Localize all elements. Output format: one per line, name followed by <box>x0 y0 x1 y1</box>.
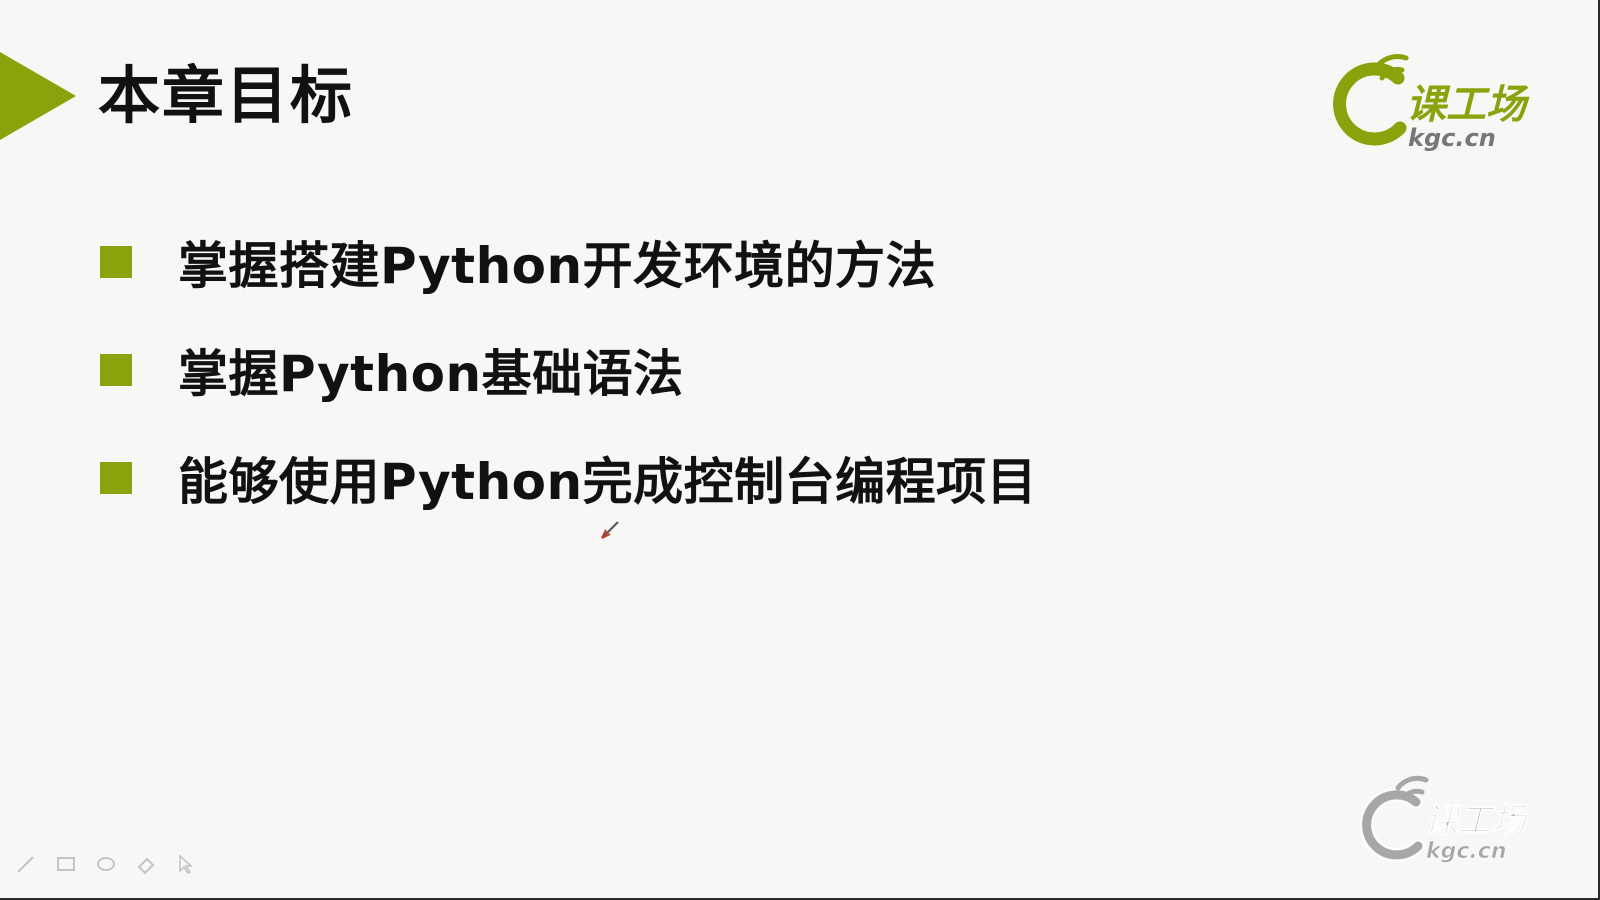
pointer-icon[interactable] <box>172 850 200 878</box>
logo-domain: kgc.cn <box>1408 124 1496 152</box>
pen-cursor-icon <box>601 521 619 539</box>
watermark-domain: kgc.cn <box>1426 839 1506 864</box>
slide-title: 本章目标 <box>98 59 355 132</box>
screen-icon[interactable] <box>52 850 80 878</box>
pen-icon[interactable] <box>12 850 40 878</box>
bullet-square-icon <box>100 354 132 386</box>
logo-brand: 课工场 <box>1406 82 1530 128</box>
bullet-text: 掌握搭建Python开发环境的方法 <box>178 237 937 295</box>
kgc-logo: 课工场 kgc.cn <box>1333 54 1530 152</box>
list-item: 掌握搭建Python开发环境的方法 <box>100 208 1037 316</box>
bullet-square-icon <box>100 462 132 494</box>
watermark-brand: 课工场 <box>1424 801 1530 841</box>
ink-icon[interactable] <box>92 850 120 878</box>
eraser-icon[interactable] <box>132 850 160 878</box>
bullet-list: 掌握搭建Python开发环境的方法 掌握Python基础语法 能够使用Pytho… <box>100 208 1037 532</box>
kgc-watermark: 课工场 kgc.cn <box>1359 775 1530 864</box>
list-item: 掌握Python基础语法 <box>100 316 1037 424</box>
bullet-text: 掌握Python基础语法 <box>178 345 684 403</box>
bullet-square-icon <box>100 246 132 278</box>
list-item: 能够使用Python完成控制台编程项目 <box>100 424 1037 532</box>
slide: 本章目标 课工场 kgc.cn 掌握搭建Python开发环境的方法 掌握Pyth… <box>0 0 1600 900</box>
bullet-text: 能够使用Python完成控制台编程项目 <box>178 453 1038 511</box>
title-arrow-icon <box>0 52 76 140</box>
presentation-toolbar <box>12 850 200 878</box>
